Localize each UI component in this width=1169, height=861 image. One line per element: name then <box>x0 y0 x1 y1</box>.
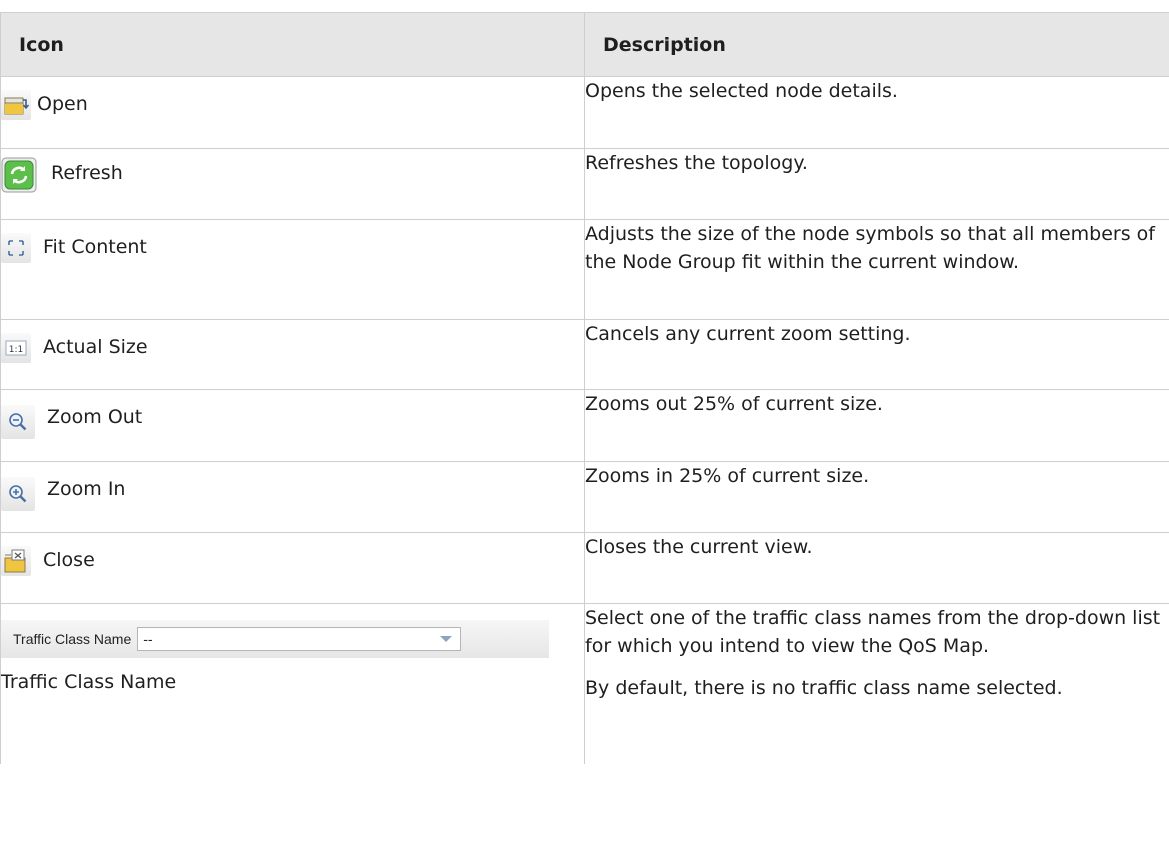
table-row: Refresh Refreshes the topology. <box>0 148 1169 220</box>
description-text: Opens the selected node details. <box>585 80 898 102</box>
zoom-in-icon <box>1 477 35 511</box>
traffic-class-dropdown[interactable]: -- <box>137 627 462 651</box>
description-text: Zooms in 25% of current size. <box>585 465 870 487</box>
zoom-out-icon <box>1 405 35 439</box>
svg-text:1:1: 1:1 <box>9 345 23 355</box>
description-cell: Adjusts the size of the node symbols so … <box>584 219 1169 320</box>
refresh-label: Refresh <box>51 162 123 184</box>
traffic-class-widget-label: Traffic Class Name <box>13 631 132 647</box>
description-cell: Refreshes the topology. <box>584 148 1169 220</box>
icon-cell: Traffic Class Name -- Traffic Class Name <box>0 603 585 764</box>
column-header-icon: Icon <box>0 12 585 77</box>
table-row: Zoom Out Zooms out 25% of current size. <box>0 389 1169 462</box>
description-text: Cancels any current zoom setting. <box>585 323 911 345</box>
traffic-class-selected-value: -- <box>143 631 153 647</box>
table-row: Traffic Class Name -- Traffic Class Name… <box>0 603 1169 764</box>
description-cell: Cancels any current zoom setting. <box>584 319 1169 390</box>
icon-description-table: Icon Description Open Opens the selected… <box>0 12 1169 764</box>
actual-size-icon: 1:1 <box>1 333 31 363</box>
fit-content-label: Fit Content <box>43 236 147 258</box>
table-row: Open Opens the selected node details. <box>0 76 1169 149</box>
table-row: 1:1 Actual Size Cancels any current zoom… <box>0 319 1169 390</box>
column-header-description: Description <box>584 12 1169 77</box>
description-cell: Closes the current view. <box>584 532 1169 604</box>
zoom-out-label: Zoom Out <box>47 406 143 428</box>
icon-cell: Zoom In <box>0 461 585 533</box>
icon-cell: Close <box>0 532 585 604</box>
zoom-in-label: Zoom In <box>47 478 126 500</box>
description-text: Closes the current view. <box>585 536 813 558</box>
traffic-class-toolbar: Traffic Class Name -- <box>1 620 549 658</box>
open-label: Open <box>37 93 88 115</box>
icon-cell: Refresh <box>0 148 585 220</box>
fit-content-icon <box>1 233 31 263</box>
description-text: Refreshes the topology. <box>585 152 808 174</box>
description-cell: Zooms in 25% of current size. <box>584 461 1169 533</box>
table-row: Zoom In Zooms in 25% of current size. <box>0 461 1169 533</box>
close-label: Close <box>43 549 95 571</box>
table-header-row: Icon Description <box>0 12 1169 77</box>
description-text: Zooms out 25% of current size. <box>585 393 883 415</box>
icon-cell: 1:1 Actual Size <box>0 319 585 390</box>
open-folder-icon <box>1 90 31 120</box>
close-view-icon <box>1 546 31 576</box>
description-cell: Opens the selected node details. <box>584 76 1169 149</box>
icon-cell: Zoom Out <box>0 389 585 462</box>
actual-size-label: Actual Size <box>43 336 148 358</box>
description-text: By default, there is no traffic class na… <box>585 677 1063 699</box>
description-cell: Zooms out 25% of current size. <box>584 389 1169 462</box>
traffic-class-label: Traffic Class Name <box>1 671 177 693</box>
description-text: Select one of the traffic class names fr… <box>585 607 1161 657</box>
chevron-down-icon[interactable] <box>440 636 453 642</box>
icon-cell: Open <box>0 76 585 149</box>
description-cell: Select one of the traffic class names fr… <box>584 603 1169 764</box>
description-text: Adjusts the size of the node symbols so … <box>585 223 1155 273</box>
icon-cell: Fit Content <box>0 219 585 320</box>
table-row: Fit Content Adjusts the size of the node… <box>0 219 1169 320</box>
refresh-icon <box>1 157 37 193</box>
table-row: Close Closes the current view. <box>0 532 1169 604</box>
